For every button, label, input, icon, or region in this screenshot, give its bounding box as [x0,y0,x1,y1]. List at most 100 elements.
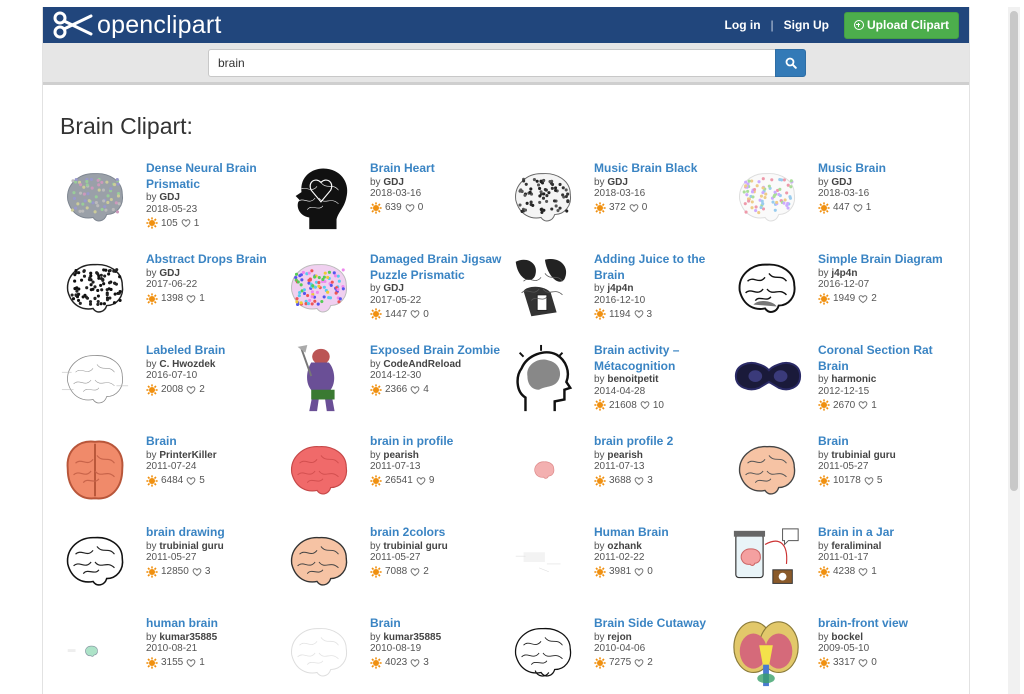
heart-icon[interactable] [634,476,644,486]
clipart-title-link[interactable]: Brain [818,434,954,450]
heart-icon[interactable] [410,309,420,319]
author-link[interactable]: pearish [383,450,419,461]
author-link[interactable]: kumar35885 [159,632,217,643]
brain-diagram-thumbnail[interactable] [730,252,804,326]
head-silhouette-heart-thumbnail[interactable] [282,161,356,235]
author-link[interactable]: kumar35885 [383,632,441,643]
heart-icon[interactable] [634,309,644,319]
jigsaw-brain-thumbnail[interactable] [282,252,356,326]
author-link[interactable]: feraliminal [831,541,881,552]
brain-jar-thumbnail[interactable] [730,525,804,599]
clipart-title-link[interactable]: Adding Juice to the Brain [594,252,730,283]
heart-icon[interactable] [858,400,868,410]
drops-brain-thumbnail[interactable] [58,252,132,326]
clipart-title-link[interactable]: Music Brain [818,161,954,177]
clipart-title-link[interactable]: Dense Neural Brain Prismatic [146,161,282,192]
clipart-title-link[interactable]: brain 2colors [370,525,506,541]
brain-drawing-thumbnail[interactable] [58,525,132,599]
clipart-title-link[interactable]: Human Brain [594,525,730,541]
author-link[interactable]: GDJ [607,177,628,188]
author-link[interactable]: GDJ [831,177,852,188]
heart-icon[interactable] [416,476,426,486]
clipart-title-link[interactable]: Music Brain Black [594,161,730,177]
author-link[interactable]: GDJ [383,283,404,294]
heart-icon[interactable] [181,218,191,228]
faint-brain-thumbnail[interactable] [506,525,580,599]
clipart-title-link[interactable]: Simple Brain Diagram [818,252,954,268]
heart-icon[interactable] [864,476,874,486]
head-outline-thumbnail[interactable] [506,343,580,417]
author-link[interactable]: CodeAndReload [383,359,461,370]
author-link[interactable]: GDJ [383,177,404,188]
author-link[interactable]: j4p4n [831,268,857,279]
heart-icon[interactable] [186,385,196,395]
author-link[interactable]: trubinial guru [831,450,895,461]
clipart-title-link[interactable]: Damaged Brain Jigsaw Puzzle Prismatic [370,252,506,283]
heart-icon[interactable] [405,203,415,213]
brain-front-view-thumbnail[interactable] [730,616,804,690]
author-link[interactable]: trubinial guru [159,541,223,552]
author-link[interactable]: bockel [831,632,863,643]
clipart-title-link[interactable]: Abstract Drops Brain [146,252,282,268]
upload-clipart-button[interactable]: Upload Clipart [843,11,959,39]
author-link[interactable]: harmonic [831,374,876,385]
author-link[interactable]: GDJ [159,192,180,203]
light-brain-outline-thumbnail[interactable] [282,616,356,690]
clipart-title-link[interactable]: brain profile 2 [594,434,730,450]
clipart-title-link[interactable]: Brain in a Jar [818,525,954,541]
orange-brain-thumbnail[interactable] [58,434,132,508]
red-brain-profile-thumbnail[interactable] [282,434,356,508]
heart-icon[interactable] [858,658,868,668]
tiny-brain-thumbnail[interactable] [58,616,132,690]
author-link[interactable]: pearish [607,450,643,461]
clipart-title-link[interactable]: Brain [370,616,506,632]
heart-icon[interactable] [410,385,420,395]
heart-icon[interactable] [410,567,420,577]
author-link[interactable]: GDJ [159,268,180,279]
heart-icon[interactable] [858,294,868,304]
heart-icon[interactable] [853,203,863,213]
clipart-title-link[interactable]: brain-front view [818,616,954,632]
clipart-title-link[interactable]: Coronal Section Rat Brain [818,343,954,374]
vertical-scrollbar[interactable] [1008,7,1020,694]
author-link[interactable]: trubinial guru [383,541,447,552]
heart-icon[interactable] [192,567,202,577]
zombie-thumbnail[interactable] [282,343,356,417]
labeled-brain-thumbnail[interactable] [58,343,132,417]
heart-icon[interactable] [186,658,196,668]
prismatic-brain-thumbnail[interactable] [58,161,132,235]
author-link[interactable]: PrinterKiller [159,450,216,461]
author-link[interactable]: benoitpetit [607,374,658,385]
clipart-title-link[interactable]: brain in profile [370,434,506,450]
site-logo[interactable]: openclipart [53,10,222,40]
clipart-title-link[interactable]: brain drawing [146,525,282,541]
small-brain-thumbnail[interactable] [506,434,580,508]
heart-icon[interactable] [858,567,868,577]
colorful-music-brain-thumbnail[interactable] [730,161,804,235]
author-link[interactable]: rejon [607,632,631,643]
heart-icon[interactable] [634,658,644,668]
peach-brain-thumbnail[interactable] [730,434,804,508]
brain-cutaway-thumbnail[interactable] [506,616,580,690]
peach-brain-2-thumbnail[interactable] [282,525,356,599]
heart-icon[interactable] [186,476,196,486]
juice-illustration-thumbnail[interactable] [506,252,580,326]
rat-brain-section-thumbnail[interactable] [730,343,804,417]
clipart-title-link[interactable]: Brain Side Cutaway [594,616,730,632]
search-input[interactable] [208,49,776,77]
heart-icon[interactable] [629,203,639,213]
clipart-title-link[interactable]: Brain Heart [370,161,506,177]
signup-link[interactable]: Sign Up [784,18,829,32]
heart-icon[interactable] [634,567,644,577]
author-link[interactable]: C. Hwozdek [159,359,215,370]
clipart-title-link[interactable]: Labeled Brain [146,343,282,359]
clipart-title-link[interactable]: human brain [146,616,282,632]
login-link[interactable]: Log in [725,18,761,32]
search-button[interactable] [775,49,806,77]
author-link[interactable]: j4p4n [607,283,633,294]
clipart-title-link[interactable]: Brain activity – Métacognition [594,343,730,374]
heart-icon[interactable] [410,658,420,668]
heart-icon[interactable] [640,400,650,410]
scrollbar-thumb[interactable] [1010,11,1018,491]
clipart-title-link[interactable]: Brain [146,434,282,450]
